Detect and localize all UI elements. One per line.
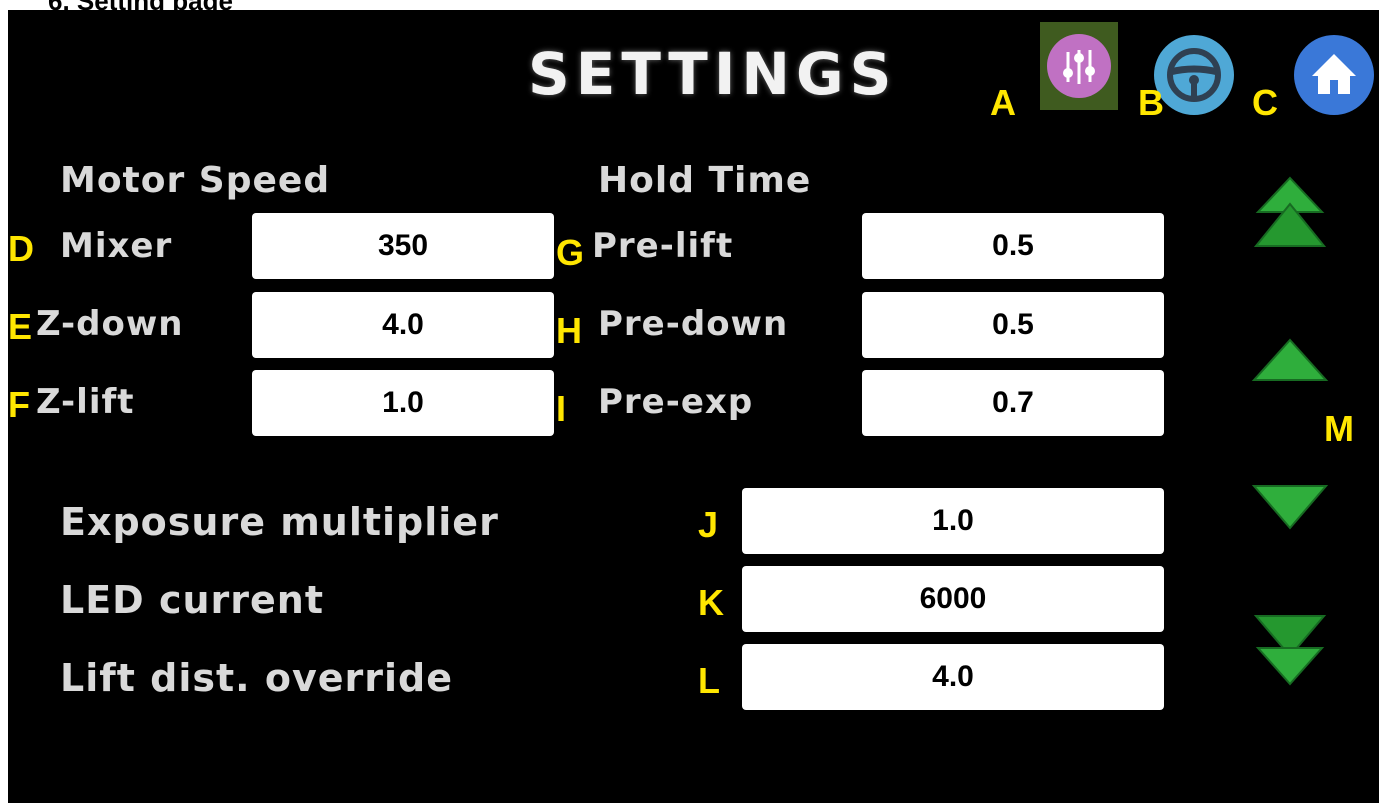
fast-down-arrow-icon[interactable] <box>1250 612 1330 686</box>
marker-b: B <box>1138 82 1164 123</box>
pre-down-time-field[interactable]: 0.5 <box>862 292 1164 358</box>
up-arrow-icon[interactable] <box>1250 336 1330 384</box>
page-title: Settings <box>528 40 898 108</box>
z-lift-speed-field[interactable]: 1.0 <box>252 370 554 436</box>
marker-e: E <box>8 306 33 347</box>
settings-screen: Settings A B C Motor Speed <box>8 10 1379 803</box>
exposure-multiplier-label: Exposure multiplier <box>60 500 499 544</box>
fast-up-arrow-icon[interactable] <box>1250 176 1330 250</box>
down-arrow-icon[interactable] <box>1250 482 1330 532</box>
hold-time-heading: Hold Time <box>598 160 812 201</box>
lift-dist-override-field[interactable]: 4.0 <box>742 644 1164 710</box>
z-down-speed-field[interactable]: 4.0 <box>252 292 554 358</box>
marker-d: D <box>8 228 34 269</box>
home-icon <box>1294 35 1374 115</box>
led-current-field[interactable]: 6000 <box>742 566 1164 632</box>
mixer-label: Mixer <box>60 226 173 266</box>
pre-down-label: Pre-down <box>598 304 789 344</box>
motor-speed-heading: Motor Speed <box>60 160 331 201</box>
marker-i: I <box>556 388 567 429</box>
marker-m: M <box>1324 408 1354 449</box>
pre-lift-label: Pre-lift <box>592 226 734 266</box>
led-current-label: LED current <box>60 578 324 622</box>
pre-exp-time-field[interactable]: 0.7 <box>862 370 1164 436</box>
z-down-label: Z-down <box>36 304 184 344</box>
mixer-speed-field[interactable]: 350 <box>252 213 554 279</box>
sliders-icon <box>1047 34 1111 98</box>
marker-j: J <box>698 504 719 545</box>
z-lift-label: Z-lift <box>36 382 135 422</box>
marker-k: K <box>698 582 724 623</box>
marker-c: C <box>1252 82 1278 123</box>
home-button[interactable] <box>1288 32 1379 118</box>
marker-f: F <box>8 384 30 425</box>
marker-a: A <box>990 82 1016 123</box>
marker-h: H <box>556 310 582 351</box>
settings-button[interactable] <box>1040 22 1118 110</box>
pre-lift-time-field[interactable]: 0.5 <box>862 213 1164 279</box>
lift-dist-override-label: Lift dist. override <box>60 656 453 700</box>
pre-exp-label: Pre-exp <box>598 382 754 422</box>
marker-g: G <box>556 232 585 273</box>
exposure-multiplier-field[interactable]: 1.0 <box>742 488 1164 554</box>
marker-l: L <box>698 660 720 701</box>
